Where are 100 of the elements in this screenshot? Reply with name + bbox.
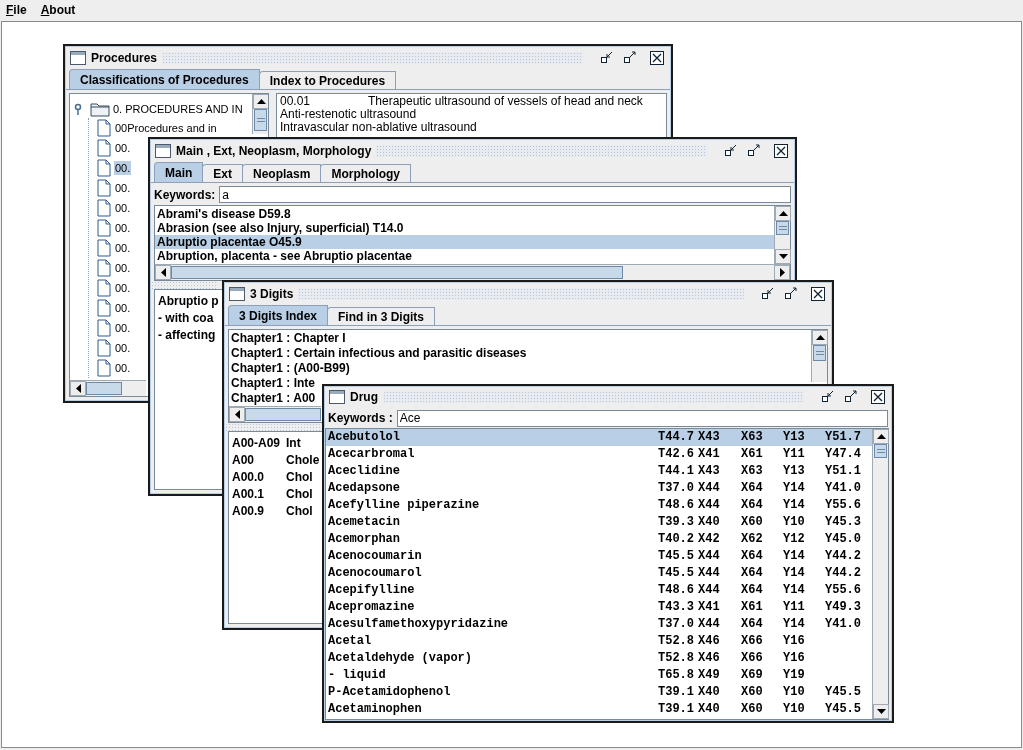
keywords-field[interactable]: Ace [396, 409, 888, 427]
menu-item[interactable]: File [6, 3, 27, 17]
tree-item[interactable]: 00. [114, 181, 132, 195]
right-arrow-icon [779, 268, 785, 277]
list-item[interactable]: Chapter1 : A00 [229, 391, 316, 406]
scroll-up-button[interactable] [253, 94, 268, 109]
horizontal-scrollbar[interactable] [229, 406, 321, 422]
table-row[interactable]: Acetaldehyde (vapor) T52.8 X46 X66 Y16 [326, 650, 872, 667]
vertical-scrollbar[interactable] [252, 94, 268, 134]
tree-item[interactable]: 00. [114, 201, 132, 215]
table-row[interactable]: Aceclidine T44.1 X43 X63 Y13 Y51.1 [326, 463, 872, 480]
scrollbar-thumb[interactable] [813, 345, 826, 361]
tree-item[interactable]: 00. [114, 261, 132, 275]
scroll-left-button[interactable] [70, 381, 86, 396]
scroll-right-button[interactable] [774, 265, 790, 280]
title-grip[interactable] [162, 52, 583, 64]
close-button[interactable] [772, 142, 790, 160]
window-icon [229, 287, 245, 301]
keywords-label: Keywords : [328, 411, 393, 425]
tab[interactable]: Main [154, 162, 204, 182]
tab[interactable]: Classifications of Procedures [69, 69, 260, 89]
table-cell-text: Acenocoumarol [328, 565, 423, 582]
table-row[interactable]: Acenocoumarol T45.5 X44 X64 Y14 Y44.2 [326, 565, 872, 582]
table-row[interactable]: Acemorphan T40.2 X42 X62 Y12 Y45.0 [326, 531, 872, 548]
list-item[interactable]: Abruptio placentae O45.9 [155, 235, 774, 249]
tree-item[interactable]: 0. PROCEDURES AND IN [112, 102, 244, 116]
window-title: Procedures [91, 51, 158, 65]
close-button[interactable] [809, 285, 827, 303]
scrollbar-thumb[interactable] [245, 408, 321, 421]
horizontal-scrollbar[interactable] [155, 264, 790, 280]
table-row[interactable]: Acecarbromal T42.6 X41 X61 Y11 Y47.4 [326, 446, 872, 463]
tree-item[interactable]: 00. [114, 141, 132, 155]
tab[interactable]: Index to Procedures [258, 71, 397, 89]
title-grip[interactable] [298, 288, 744, 300]
tab[interactable]: Find in 3 Digits [327, 307, 436, 325]
title-grip[interactable] [383, 391, 804, 403]
tab[interactable]: Morphology [320, 164, 412, 182]
table-cell-text: Y16 [783, 633, 806, 650]
table-row[interactable]: Acesulfamethoxypyridazine T37.0 X44 X64 Y14 Y41.0 [326, 616, 872, 633]
tree-item[interactable]: 00. [114, 281, 132, 295]
list-item[interactable]: Chapter1 : (A00-B99) [229, 361, 350, 376]
table-row[interactable]: - liquid T65.8 X49 X69 Y19 [326, 667, 872, 684]
scrollbar-thumb[interactable] [254, 109, 267, 131]
vertical-scrollbar[interactable] [811, 330, 827, 382]
keywords-field[interactable]: a [219, 186, 791, 203]
scroll-up-button[interactable] [812, 330, 828, 345]
table-cell-text: Acesulfamethoxypyridazine [328, 616, 510, 633]
tab[interactable]: 3 Digits Index [228, 305, 329, 325]
tree-item[interactable]: 00. [114, 161, 132, 175]
tree-item[interactable]: 00. [114, 301, 132, 315]
list-item[interactable]: Chapter1 : Chapter I [229, 331, 346, 346]
list-item[interactable]: Abrasion (see also Injury, superficial) T14.0 [155, 221, 774, 235]
table-cell-text: X41 [698, 599, 721, 616]
table-row[interactable]: Acebutolol T44.7 X43 X63 Y13 Y51.7 [326, 429, 872, 446]
list-item[interactable]: Abruption, placenta - see Abruptio placentae [155, 249, 774, 263]
tree-item[interactable]: 00. [114, 221, 132, 235]
menu-item[interactable]: About [40, 3, 76, 17]
title-grip[interactable] [376, 145, 707, 157]
table-cell-text: Acebutolol [328, 429, 401, 446]
table-row[interactable]: Acefylline piperazine T48.6 X44 X64 Y14 Y55.6 [326, 497, 872, 514]
tree-item[interactable]: 00. [114, 321, 132, 335]
scrollbar-thumb[interactable] [874, 444, 887, 458]
keywords-label: Keywords: [154, 187, 216, 202]
close-button[interactable] [648, 49, 666, 67]
table-row[interactable]: Acepromazine T43.3 X41 X61 Y11 Y49.3 [326, 599, 872, 616]
scroll-up-button[interactable] [775, 206, 791, 221]
document-icon [97, 159, 111, 177]
table-row[interactable]: Acemetacin T39.3 X40 X60 Y10 Y45.3 [326, 514, 872, 531]
table-cell-text: X46 [698, 633, 721, 650]
scroll-down-button[interactable] [775, 249, 791, 264]
list-item[interactable]: Chapter1 : Certain infectious and parasitic diseases [229, 346, 527, 361]
table-row[interactable]: Acetal T52.8 X46 X66 Y16 [326, 633, 872, 650]
table-cell-text: X64 [741, 565, 764, 582]
table-cell-text: Y10 [783, 514, 806, 531]
tab[interactable]: Neoplasm [242, 164, 322, 182]
table-cell-text: T45.5 [658, 565, 695, 582]
scroll-left-button[interactable] [229, 407, 245, 422]
scroll-left-button[interactable] [155, 265, 171, 280]
tree-item[interactable]: 00Procedures and in [114, 121, 218, 135]
tree-item[interactable]: 00. [114, 361, 132, 375]
scrollbar-thumb[interactable] [776, 221, 789, 235]
table-row[interactable]: Acepifylline T48.6 X44 X64 Y14 Y55.6 [326, 582, 872, 599]
scrollbar-thumb[interactable] [86, 382, 122, 395]
table-row[interactable]: Acedapsone T37.0 X44 X64 Y14 Y41.0 [326, 480, 872, 497]
tree-item[interactable]: 00. [114, 241, 132, 255]
table-row[interactable]: Acenocoumarin T45.5 X44 X64 Y14 Y44.2 [326, 548, 872, 565]
scroll-up-button[interactable] [873, 429, 889, 444]
code-text: A00-A09 [232, 435, 282, 452]
list-item[interactable]: Chapter1 : Inte [229, 376, 315, 391]
scroll-down-button[interactable] [873, 704, 889, 719]
scrollbar-thumb[interactable] [171, 266, 624, 279]
table-row[interactable]: P-Acetamidophenol T39.1 X40 X60 Y10 Y45.5 [326, 684, 872, 701]
close-button[interactable] [869, 388, 887, 406]
table-row[interactable]: Acetaminophen T39.1 X40 X60 Y10 Y45.5 [326, 701, 872, 718]
list-item[interactable]: Abrami's disease D59.8 [155, 207, 774, 221]
table-cell-text: Y55.6 [825, 497, 862, 514]
vertical-scrollbar[interactable] [774, 206, 790, 264]
horizontal-scrollbar[interactable] [70, 380, 146, 396]
vertical-scrollbar[interactable] [872, 429, 888, 719]
tree-item[interactable]: 00. [114, 341, 132, 355]
